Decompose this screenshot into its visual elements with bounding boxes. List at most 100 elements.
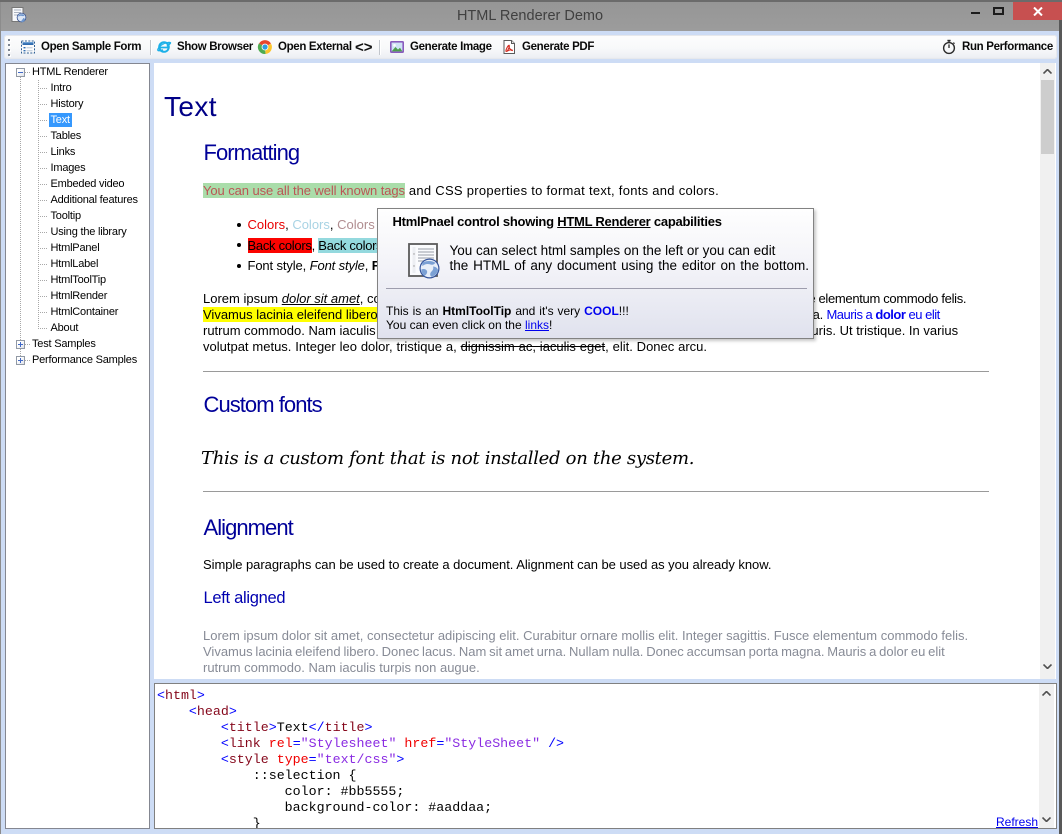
tree-item-history[interactable]: History [49,96,86,112]
maximize-button[interactable] [989,2,1015,21]
tree-connector [38,104,47,105]
tree-item-images[interactable]: Images [49,160,88,176]
tree-item-label: Test Samples [30,337,98,351]
scroll-up-icon[interactable] [1039,686,1054,701]
toolbar-button-run-performance[interactable]: Run Performance [941,35,1053,59]
window-frame-top [0,0,1062,2]
tree-item-test-samples[interactable]: Test Samples [30,336,98,352]
left-aligned-heading: Left aligned [204,589,286,608]
html-tooltip: HtmlPnael control showing HTML Renderer … [377,208,814,339]
separator-rule [203,371,989,372]
alignment-heading: Alignment [204,515,293,541]
toolbar-separator [150,40,151,55]
maximize-icon [993,7,1004,15]
tree-item-tooltip[interactable]: Tooltip [49,208,83,224]
refresh-link[interactable]: Refresh [996,815,1038,829]
tree-item-label: Embeded video [49,177,127,191]
toolbar-button-generate-pdf[interactable]: Generate PDF [501,35,594,59]
editor-scrollbar[interactable] [1039,684,1054,828]
toolbar-button-generate-image[interactable]: Generate Image [389,35,492,59]
collapse-icon[interactable] [16,68,25,77]
tree-item-label: HTML Renderer [30,65,110,79]
tree-connector [38,216,47,217]
tree-connector [38,296,47,297]
tree-item-htmlrender[interactable]: HtmlRender [49,288,110,304]
expand-icon[interactable] [16,340,25,349]
toolbar-button-html-source[interactable]: <> [355,35,373,59]
tree-item-text[interactable]: Text [49,112,72,128]
tree-connector [38,152,47,153]
html-preview-panel: Text Formatting You can use all the well… [154,63,1056,679]
tree-connector [38,88,47,89]
tree-item-label: Tables [49,129,84,143]
image-icon [389,39,405,55]
tree-connector [38,232,47,233]
pdf-icon [501,39,517,55]
minimize-icon [971,12,980,15]
form-icon [20,39,36,55]
tree-item-label: Intro [49,81,74,95]
preview-scrollbar[interactable] [1040,63,1055,679]
minimize-button[interactable] [963,2,989,21]
code-line: <html> [157,688,205,704]
tree-item-label: HtmlPanel [49,241,102,255]
code-line: ::selection { [157,768,357,784]
scroll-up-icon[interactable] [1040,64,1055,79]
scroll-down-icon[interactable] [1039,812,1054,827]
tree-connector [38,136,47,137]
formatting-intro: You can use all the well known tags and … [203,183,719,199]
tooltip-body-line2: the HTML of any document using the edito… [450,258,809,273]
app-window: HTML Renderer Demo Open Sample Form Show … [0,0,1062,834]
tree-item-tables[interactable]: Tables [49,128,84,144]
tree-connector [38,312,47,313]
toolbar-label: Run Performance [962,41,1053,53]
tree-item-html-renderer[interactable]: HTML Renderer [30,64,110,80]
tree-item-label: HtmlContainer [49,305,121,319]
tree-connector [38,328,47,329]
toolbar-button-show-browser[interactable]: Show Browser [156,35,253,59]
tree-item-performance-samples[interactable]: Performance Samples [30,352,139,368]
tree-item-htmllabel[interactable]: HtmlLabel [49,256,101,272]
stopwatch-icon [941,39,957,55]
scrollbar-thumb[interactable] [1041,80,1054,154]
custom-font-sample: This is a custom font that is not instal… [201,448,694,469]
tree-connector [38,264,47,265]
titlebar[interactable]: HTML Renderer Demo [1,2,1059,31]
tree-item-about[interactable]: About [49,320,81,336]
toolbar-label: Show Browser [177,41,253,53]
toolbar-label: Open External [278,41,352,53]
toolbar-label: Generate Image [410,41,492,53]
tree-item-label: Images [49,161,88,175]
close-button[interactable] [1013,1,1062,20]
tree-connector [38,120,47,121]
ie-icon [156,39,172,55]
expand-icon[interactable] [16,356,25,365]
window-title: HTML Renderer Demo [1,8,1059,24]
toolbar-button-open-sample-form[interactable]: Open Sample Form [20,35,141,59]
tree-item-label: Using the library [49,225,129,239]
tree-item-label: HtmlLabel [49,257,101,271]
tree-item-htmlpanel[interactable]: HtmlPanel [49,240,102,256]
tooltip-body-line1: You can select html samples on the left … [450,243,776,258]
lorem-line-4: volutpat metus. Integer leo dolor, trist… [203,339,707,355]
gray-lorem-line-3: rutrum commodo. Nam iaculis turpis non a… [203,660,480,676]
gray-lorem-line-2: Vivamus lacinia eleifend libero. Donec l… [203,644,945,660]
html-editor-panel[interactable]: <html> <head> <title>Text</title> <link … [154,683,1057,829]
tree-item-additional-features[interactable]: Additional features [49,192,140,208]
tree-item-links[interactable]: Links [49,144,78,160]
tree-connector [38,80,39,328]
toolbar-grip[interactable] [8,39,12,56]
tree-item-htmlcontainer[interactable]: HtmlContainer [49,304,121,320]
custom-fonts-heading: Custom fonts [204,392,322,418]
formatting-heading: Formatting [204,140,300,166]
code-icon: <> [355,39,373,56]
tree-item-using-the-library[interactable]: Using the library [49,224,129,240]
scroll-down-icon[interactable] [1040,659,1055,674]
tree-item-embeded-video[interactable]: Embeded video [49,176,127,192]
tree-item-label: HtmlToolTip [49,273,108,287]
toolbar-button-open-external[interactable]: Open External [257,35,352,59]
tree-item-htmltooltip[interactable]: HtmlToolTip [49,272,108,288]
toolbar-label: Open Sample Form [41,41,141,53]
chrome-icon [257,39,273,55]
tree-item-intro[interactable]: Intro [49,80,74,96]
